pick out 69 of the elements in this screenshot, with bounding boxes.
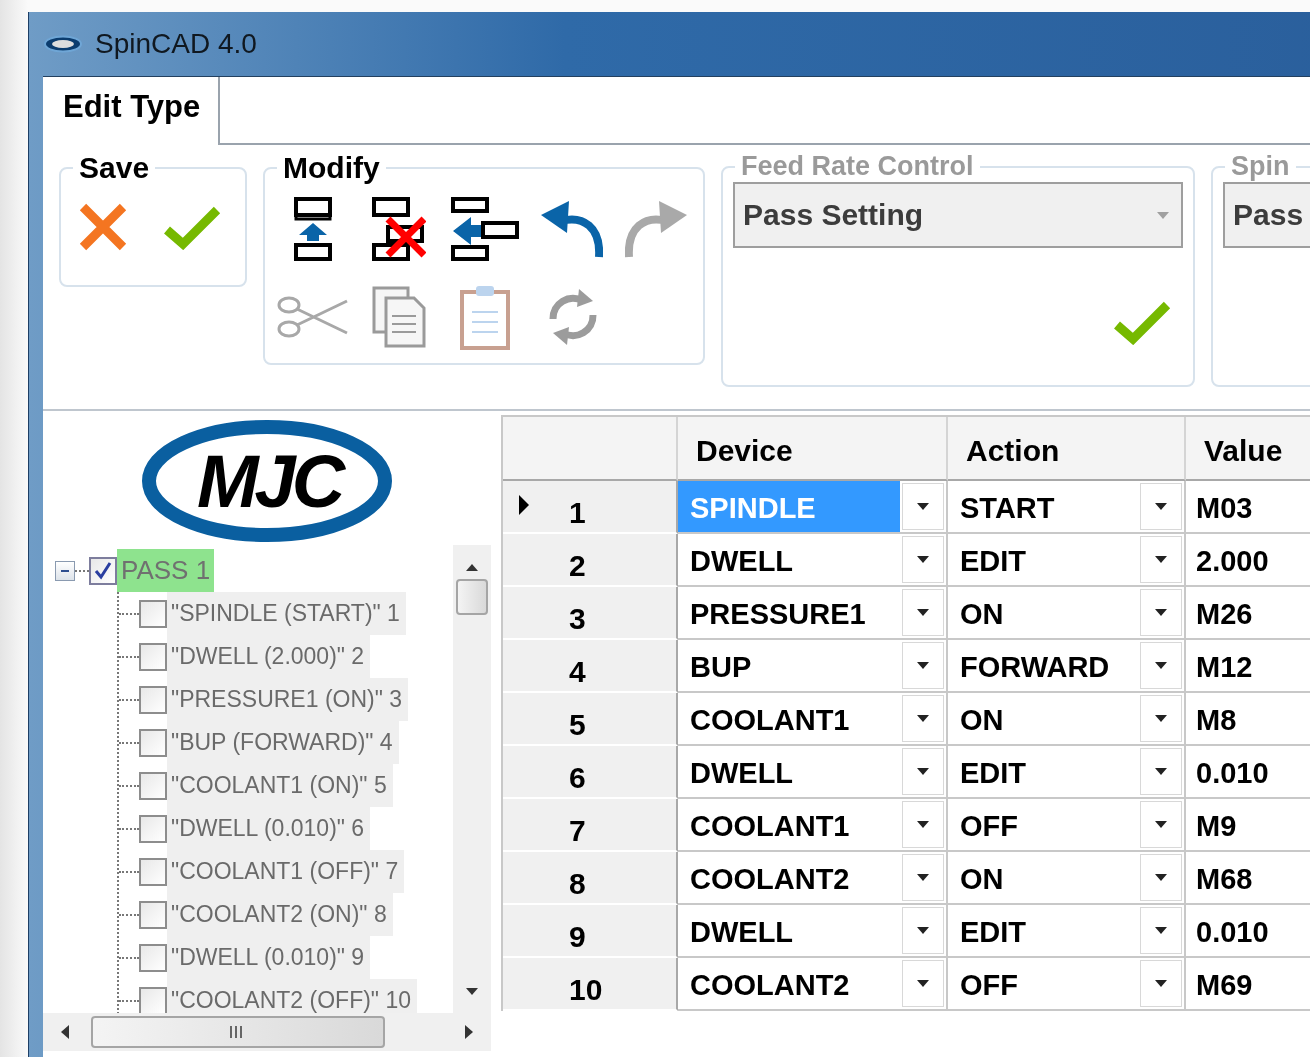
value-cell[interactable]: M03 — [1186, 481, 1253, 532]
action-cell[interactable]: ON — [948, 587, 1138, 638]
action-cell[interactable]: ON — [948, 852, 1138, 903]
row-number: 7 — [569, 814, 586, 848]
row-header[interactable]: 1 — [503, 481, 678, 534]
value-cell[interactable]: M69 — [1186, 958, 1253, 1009]
value-cell[interactable]: 2.000 — [1186, 534, 1269, 585]
tree-item[interactable]: "PRESSURE1 (ON)" 3 — [167, 678, 409, 721]
device-cell[interactable]: COOLANT1 — [678, 693, 900, 744]
group-title: Feed Rate Control — [740, 153, 975, 182]
row-header[interactable]: 4 — [503, 640, 678, 693]
device-cell[interactable]: COOLANT2 — [678, 958, 900, 1009]
company-logo: MJC — [141, 419, 393, 543]
tree-item[interactable]: "COOLANT1 (ON)" 5 — [167, 764, 393, 807]
row-number: 1 — [569, 496, 586, 530]
action-cell[interactable]: START — [948, 481, 1138, 532]
device-cell[interactable]: DWELL — [678, 746, 900, 797]
row-number: 5 — [569, 708, 586, 742]
tree-item[interactable]: "SPINDLE (START)" 1 — [167, 592, 406, 635]
value-cell[interactable]: M12 — [1186, 640, 1253, 691]
tree-item[interactable]: "BUP (FORWARD)" 4 — [167, 721, 399, 764]
action-cell[interactable]: EDIT — [948, 905, 1138, 956]
row-number: 4 — [569, 655, 586, 689]
column-header[interactable]: Device — [678, 417, 948, 481]
row-number: 10 — [569, 973, 603, 1007]
group-title: Save — [78, 153, 151, 185]
value-cell[interactable]: M26 — [1186, 587, 1253, 638]
row-number: 2 — [569, 549, 586, 583]
action-cell[interactable]: OFF — [948, 799, 1138, 850]
row-number: 6 — [569, 761, 586, 795]
tree-item[interactable]: "COOLANT2 (OFF)" 10 — [167, 979, 417, 1013]
value-cell[interactable]: M9 — [1186, 799, 1237, 850]
row-number: 9 — [569, 920, 586, 954]
device-cell[interactable]: BUP — [678, 640, 900, 691]
tree-item[interactable]: "COOLANT2 (ON)" 8 — [167, 893, 393, 936]
action-cell[interactable]: ON — [948, 693, 1138, 744]
group-title: Modify — [282, 153, 381, 185]
row-header[interactable]: 2 — [503, 534, 678, 587]
action-cell[interactable]: EDIT — [948, 534, 1138, 585]
window-title: SpinCAD 4.0 — [95, 28, 257, 60]
row-header[interactable]: 5 — [503, 693, 678, 746]
device-cell[interactable]: PRESSURE1 — [678, 587, 900, 638]
group-title: Spin — [1230, 153, 1291, 182]
row-header[interactable]: 6 — [503, 746, 678, 799]
tree-item[interactable]: "DWELL (0.010)" 6 — [167, 807, 371, 850]
device-cell[interactable]: DWELL — [678, 534, 900, 585]
action-cell[interactable]: FORWARD — [948, 640, 1138, 691]
device-cell[interactable]: COOLANT2 — [678, 852, 900, 903]
row-header[interactable]: 8 — [503, 852, 678, 905]
value-cell[interactable]: M68 — [1186, 852, 1253, 903]
row-header[interactable]: 3 — [503, 587, 678, 640]
column-header[interactable]: Action — [948, 417, 1186, 481]
action-cell[interactable]: EDIT — [948, 746, 1138, 797]
row-header[interactable]: 7 — [503, 799, 678, 852]
value-cell[interactable]: M8 — [1186, 693, 1237, 744]
device-cell[interactable]: DWELL — [678, 905, 900, 956]
row-header[interactable]: 10 — [503, 958, 678, 1011]
row-number: 3 — [569, 602, 586, 636]
tree-item[interactable]: "COOLANT1 (OFF)" 7 — [167, 850, 405, 893]
tree-item[interactable]: "DWELL (0.010)" 9 — [167, 936, 371, 979]
device-cell[interactable]: COOLANT1 — [678, 799, 900, 850]
row-number: 8 — [569, 867, 586, 901]
tree-item[interactable]: "DWELL (2.000)" 2 — [167, 635, 371, 678]
tab[interactable]: Edit Type — [43, 77, 221, 145]
column-header[interactable]: Value — [1186, 417, 1310, 481]
value-cell[interactable]: 0.010 — [1186, 746, 1269, 797]
row-header[interactable]: 9 — [503, 905, 678, 958]
value-cell[interactable]: 0.010 — [1186, 905, 1269, 956]
action-cell[interactable]: OFF — [948, 958, 1138, 1009]
